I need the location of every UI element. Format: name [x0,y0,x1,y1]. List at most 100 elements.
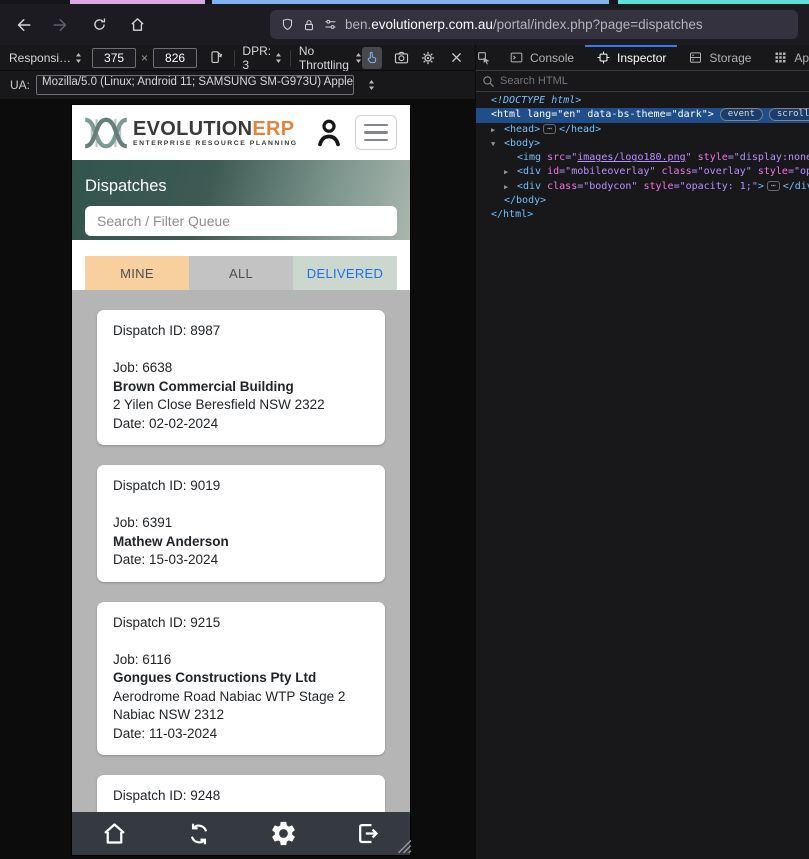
screenshot-button[interactable] [391,47,412,69]
dispatch-address: Nabiac NSW 2312 [113,707,225,722]
markup-row[interactable]: ▶ <div id="mobileoverlay" class="overlay"… [476,165,809,179]
markup-row[interactable]: ▼ <body> [476,137,809,151]
permissions-icon[interactable] [323,17,338,32]
dpr-selector[interactable]: DPR: 3 [242,44,282,72]
collapsed-content-pill[interactable]: ⋯ [543,123,556,134]
reload-button[interactable] [84,11,114,39]
mobile-viewport: EVOLUTIONERP ENTERPRISE RESOURCE PLANNIN… [72,105,410,855]
queue-tab-all[interactable]: ALL [189,256,293,290]
bottom-nav [72,812,410,855]
viewport-height-input[interactable] [153,47,198,68]
code-fragment: <img [517,152,542,164]
markup-row[interactable]: <!DOCTYPE html> [476,94,809,108]
markup-row[interactable]: ▶ <head> ⋯ </head> [476,123,809,137]
gear-icon [271,821,295,846]
back-button[interactable] [8,11,38,39]
search-html-input[interactable] [500,75,760,87]
forward-arrow-icon [53,18,67,31]
divider [233,49,235,66]
device-selector[interactable]: Responsi… [9,51,82,65]
back-arrow-icon [17,18,31,31]
application-grid-icon [775,52,786,63]
rotate-viewport-button[interactable] [205,47,226,69]
viewport-area: EVOLUTIONERP ENTERPRISE RESOURCE PLANNIN… [0,100,475,859]
app-header: EVOLUTIONERP ENTERPRISE RESOURCE PLANNIN… [72,105,410,160]
viewport-resize-grip[interactable] [394,836,412,854]
code-fragment: <head> [504,123,541,135]
dimension-separator: × [141,50,149,65]
code-fragment: =" [565,152,578,164]
nav-settings-button[interactable] [263,814,303,854]
markup-row[interactable]: ▶ <div class="bodycon" style="opacity: 1;… [476,180,809,194]
device-selector-label: Responsi… [9,50,72,65]
dispatch-title: Brown Commercial Building [113,378,294,394]
dispatch-card[interactable]: Dispatch ID: 8987 Job: 6638 Brown Commerci… [97,310,385,445]
dispatch-job: Job: 6116 [113,651,172,667]
app-logo: EVOLUTIONERP ENTERPRISE RESOURCE PLANNIN… [85,116,298,150]
code-fragment: id [541,166,560,178]
logo-title: EVOLUTION [133,117,253,140]
code-fragment: src [541,152,566,164]
markup-row[interactable]: </body> [476,194,809,208]
forward-button[interactable] [46,11,76,39]
rotate-phone-icon [211,51,222,64]
url-subdomain: ben. [345,17,372,32]
dispatch-id: Dispatch ID: 8987 [113,323,221,338]
menu-button[interactable] [355,115,397,150]
code-fragment: </div> [782,180,809,192]
inspector-icon [597,51,610,64]
lock-icon[interactable] [302,18,316,32]
touch-simulation-button[interactable] [361,46,383,69]
dispatch-card[interactable]: Dispatch ID: 9248Job: 3918 [97,775,385,812]
rdm-settings-button[interactable] [418,47,439,69]
queue-tab-mine[interactable]: MINE [85,256,189,290]
nav-refresh-button[interactable] [179,814,219,854]
storage-icon [690,52,702,63]
element-picker-button[interactable] [476,45,492,70]
expand-arrow-icon[interactable]: ▼ [491,137,504,151]
nav-logout-button[interactable] [348,814,388,854]
markup-row[interactable]: <img src="images/logo180.png" style="dis… [476,151,809,165]
profile-button[interactable] [314,116,344,149]
markup-row[interactable]: </html> [476,208,809,222]
rdm-toolbar: Responsi… × DPR: 3 No Throttling [0,44,475,72]
ua-input[interactable]: Mozilla/5.0 (Linux; Android 11; SAMSUNG … [36,75,355,95]
code-fragment: </head> [558,123,602,135]
expand-arrow-icon[interactable]: ▶ [504,180,517,194]
node-badge[interactable]: scroll [768,108,809,122]
active-tab-indicator [585,45,678,47]
viewport-width-input[interactable] [92,47,137,68]
expand-arrow-icon[interactable]: ▶ [491,123,504,137]
tab-inspector[interactable]: Inspector [585,45,678,70]
tab-application[interactable]: Application [762,45,809,70]
tab-console[interactable]: Console [498,45,585,70]
dispatch-id: Dispatch ID: 9215 [113,614,221,630]
reload-icon [93,18,105,30]
code-fragment: ="bodycon" [577,180,638,192]
queue-search-input[interactable] [85,206,397,236]
dna-logo-icon [85,117,127,148]
expand-arrow-icon[interactable]: ▶ [504,165,517,179]
home-button[interactable] [122,11,152,39]
dispatch-card[interactable]: Dispatch ID: 9215 Job: 6116 Gongues Constr… [97,601,385,755]
browser-window: ben.evolutionerp.com.au/portal/index.php… [0,0,809,859]
collapsed-content-pill[interactable]: ⋯ [766,180,780,191]
dispatch-title: Mathew Anderson [113,533,229,549]
home-icon [130,18,144,31]
tab-storage[interactable]: Storage [677,45,762,70]
logo-accent: ERP [252,117,295,140]
queue-tab-delivered[interactable]: DELIVERED [293,256,397,290]
close-icon [452,53,462,62]
node-badge[interactable]: event [719,108,763,122]
dispatch-job: Job: 6638 [113,360,173,375]
code-fragment: <html lang="en" data-bs-theme="dark"> [491,109,714,121]
url-bar[interactable]: ben.evolutionerp.com.au/portal/index.php… [270,10,798,39]
camera-icon [395,51,409,64]
chevron-updown-icon[interactable] [368,79,375,91]
dispatch-card[interactable]: Dispatch ID: 9019 Job: 6391 Mathew Anderso… [97,465,385,582]
nav-home-button[interactable] [94,814,134,854]
close-rdm-button[interactable] [446,47,467,69]
throttling-selector[interactable]: No Throttling [299,44,362,72]
shield-icon[interactable] [280,17,295,32]
markup-row[interactable]: <html lang="en" data-bs-theme="dark"> eve… [476,108,809,123]
